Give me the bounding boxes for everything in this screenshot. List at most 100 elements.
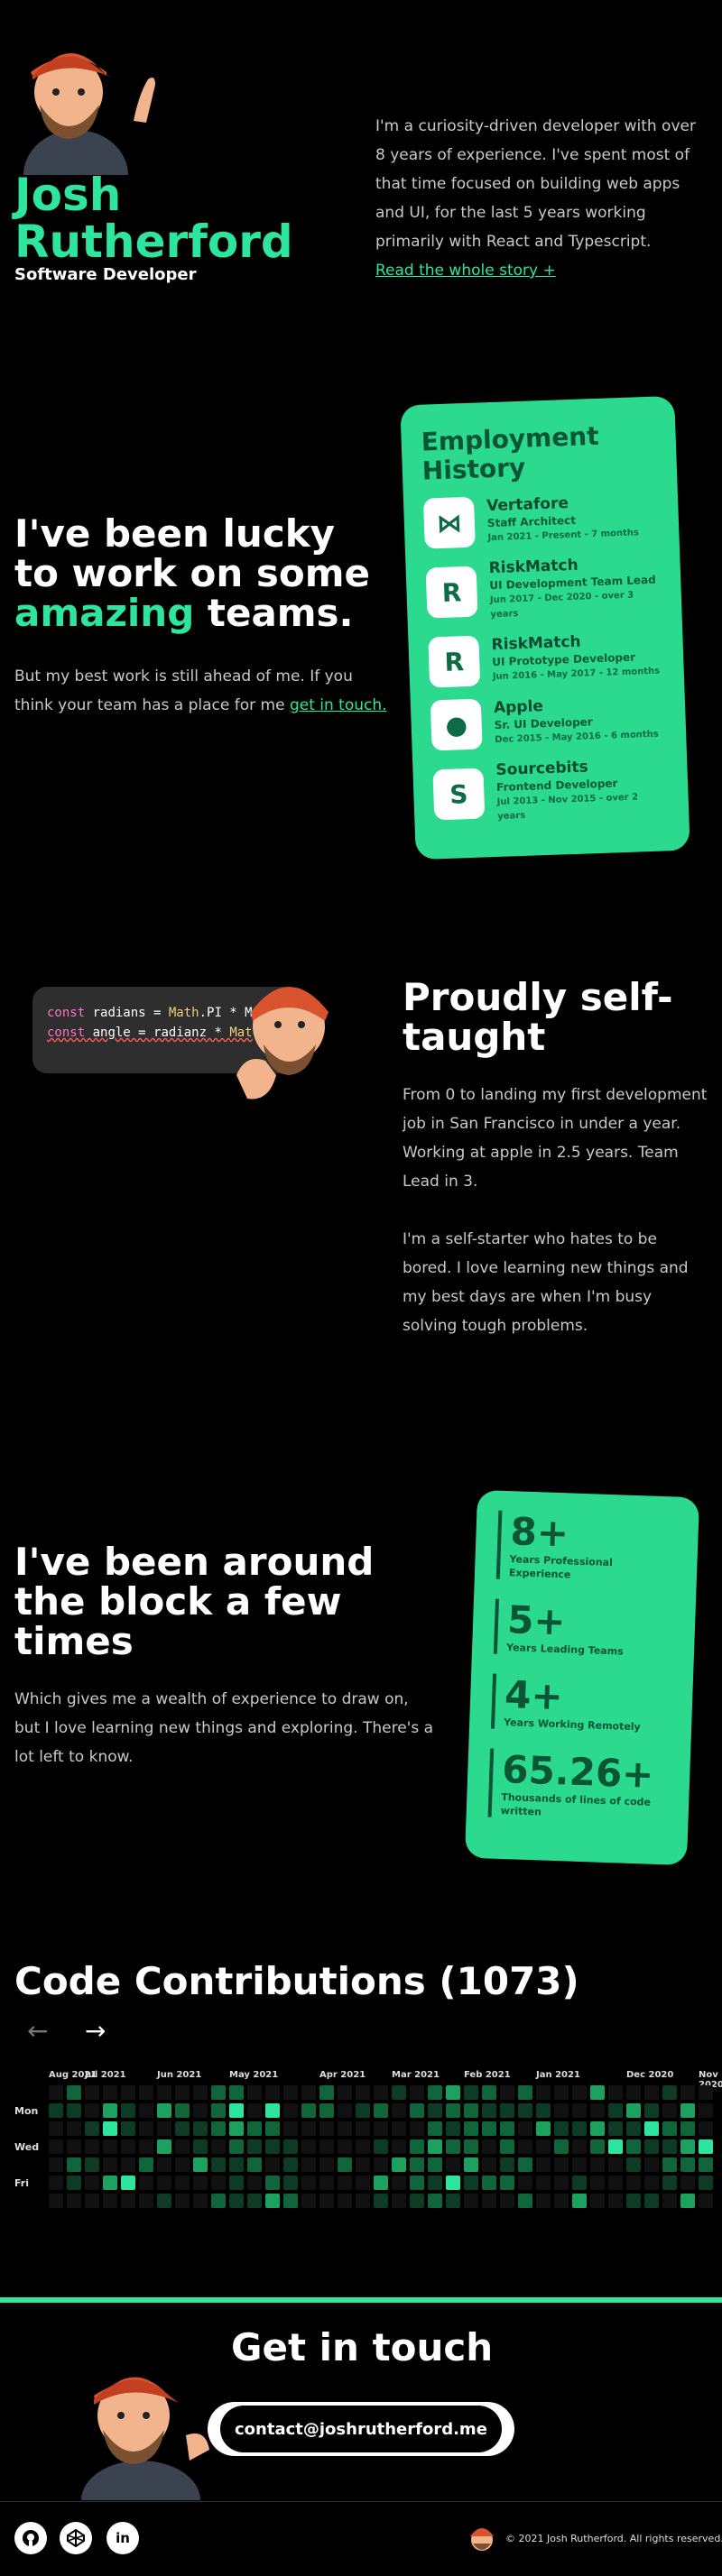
contribution-cell[interactable]	[500, 2121, 514, 2136]
contribution-cell[interactable]	[49, 2157, 63, 2172]
contribution-cell[interactable]	[374, 2139, 388, 2154]
contribution-cell[interactable]	[157, 2103, 171, 2118]
contribution-cell[interactable]	[175, 2194, 190, 2208]
contribution-cell[interactable]	[85, 2121, 99, 2136]
contribution-cell[interactable]	[283, 2194, 298, 2208]
contribution-cell[interactable]	[626, 2121, 641, 2136]
contribution-cell[interactable]	[301, 2176, 316, 2190]
contribution-cell[interactable]	[699, 2121, 713, 2136]
contribution-cell[interactable]	[85, 2194, 99, 2208]
contribution-cell[interactable]	[464, 2121, 478, 2136]
contribution-cell[interactable]	[211, 2121, 226, 2136]
contribution-cell[interactable]	[157, 2157, 171, 2172]
contribution-cell[interactable]	[482, 2194, 496, 2208]
contact-email[interactable]: contact@joshrutherford.me	[220, 2406, 502, 2452]
contribution-cell[interactable]	[67, 2103, 81, 2118]
contribution-cell[interactable]	[247, 2103, 262, 2118]
contribution-cell[interactable]	[247, 2121, 262, 2136]
contribution-cell[interactable]	[139, 2139, 153, 2154]
contribution-cell[interactable]	[464, 2157, 478, 2172]
contribution-cell[interactable]	[572, 2176, 587, 2190]
contribution-cell[interactable]	[699, 2157, 713, 2172]
contribution-cell[interactable]	[229, 2176, 244, 2190]
contribution-cell[interactable]	[356, 2157, 370, 2172]
contribution-cell[interactable]	[121, 2157, 135, 2172]
contribution-cell[interactable]	[139, 2157, 153, 2172]
contribution-cell[interactable]	[103, 2103, 117, 2118]
contribution-cell[interactable]	[446, 2121, 460, 2136]
contribution-cell[interactable]	[157, 2121, 171, 2136]
contribution-cell[interactable]	[265, 2103, 280, 2118]
contribution-cell[interactable]	[157, 2085, 171, 2100]
contribution-cell[interactable]	[265, 2176, 280, 2190]
contribution-cell[interactable]	[374, 2121, 388, 2136]
contribution-cell[interactable]	[175, 2176, 190, 2190]
contribution-cell[interactable]	[500, 2157, 514, 2172]
contribution-cell[interactable]	[211, 2103, 226, 2118]
contribution-cell[interactable]	[699, 2103, 713, 2118]
contribution-cell[interactable]	[500, 2176, 514, 2190]
contribution-cell[interactable]	[536, 2121, 551, 2136]
contribution-cell[interactable]	[121, 2121, 135, 2136]
contribution-cell[interactable]	[680, 2176, 695, 2190]
contribution-cell[interactable]	[121, 2176, 135, 2190]
contribution-cell[interactable]	[338, 2157, 352, 2172]
contribution-cell[interactable]	[49, 2103, 63, 2118]
contribution-cell[interactable]	[410, 2085, 424, 2100]
contribution-cell[interactable]	[428, 2085, 442, 2100]
contribution-cell[interactable]	[49, 2121, 63, 2136]
contribution-cell[interactable]	[482, 2139, 496, 2154]
contribution-cell[interactable]	[626, 2194, 641, 2208]
contribution-cell[interactable]	[121, 2194, 135, 2208]
contribution-cell[interactable]	[536, 2176, 551, 2190]
contribution-cell[interactable]	[247, 2176, 262, 2190]
contribution-cell[interactable]	[626, 2139, 641, 2154]
contribution-cell[interactable]	[554, 2103, 569, 2118]
contribution-cell[interactable]	[428, 2121, 442, 2136]
contribution-cell[interactable]	[283, 2121, 298, 2136]
contribution-cell[interactable]	[428, 2194, 442, 2208]
contribution-cell[interactable]	[374, 2085, 388, 2100]
contribution-cell[interactable]	[536, 2085, 551, 2100]
contribution-cell[interactable]	[139, 2121, 153, 2136]
contribution-cell[interactable]	[338, 2176, 352, 2190]
contribution-cell[interactable]	[644, 2194, 659, 2208]
contribution-cell[interactable]	[572, 2194, 587, 2208]
contribution-cell[interactable]	[193, 2085, 208, 2100]
contribution-cell[interactable]	[464, 2103, 478, 2118]
contribution-cell[interactable]	[139, 2194, 153, 2208]
contribution-cell[interactable]	[265, 2139, 280, 2154]
contribution-cell[interactable]	[103, 2121, 117, 2136]
contribution-cell[interactable]	[67, 2176, 81, 2190]
contribution-cell[interactable]	[662, 2103, 677, 2118]
contribution-cell[interactable]	[518, 2176, 532, 2190]
contribution-cell[interactable]	[85, 2176, 99, 2190]
contribution-cell[interactable]	[175, 2103, 190, 2118]
contribution-cell[interactable]	[229, 2103, 244, 2118]
contribution-cell[interactable]	[446, 2157, 460, 2172]
contribution-cell[interactable]	[464, 2139, 478, 2154]
contribution-cell[interactable]	[482, 2176, 496, 2190]
contribution-cell[interactable]	[157, 2139, 171, 2154]
contribution-cell[interactable]	[283, 2176, 298, 2190]
contribution-cell[interactable]	[193, 2103, 208, 2118]
contribution-cell[interactable]	[211, 2085, 226, 2100]
contribution-cell[interactable]	[608, 2194, 623, 2208]
contribution-cell[interactable]	[446, 2103, 460, 2118]
previous-arrow-icon[interactable]: ←	[27, 2019, 48, 2044]
contribution-cell[interactable]	[554, 2157, 569, 2172]
contribution-cell[interactable]	[554, 2121, 569, 2136]
contribution-cell[interactable]	[428, 2176, 442, 2190]
contribution-cell[interactable]	[229, 2121, 244, 2136]
contribution-cell[interactable]	[680, 2085, 695, 2100]
contribution-cell[interactable]	[338, 2085, 352, 2100]
contribution-cell[interactable]	[590, 2157, 605, 2172]
contribution-cell[interactable]	[374, 2103, 388, 2118]
contribution-cell[interactable]	[356, 2194, 370, 2208]
contribution-cell[interactable]	[662, 2139, 677, 2154]
contribution-cell[interactable]	[157, 2176, 171, 2190]
contribution-cell[interactable]	[446, 2139, 460, 2154]
contribution-cell[interactable]	[319, 2085, 334, 2100]
contribution-cell[interactable]	[572, 2157, 587, 2172]
contribution-cell[interactable]	[680, 2157, 695, 2172]
